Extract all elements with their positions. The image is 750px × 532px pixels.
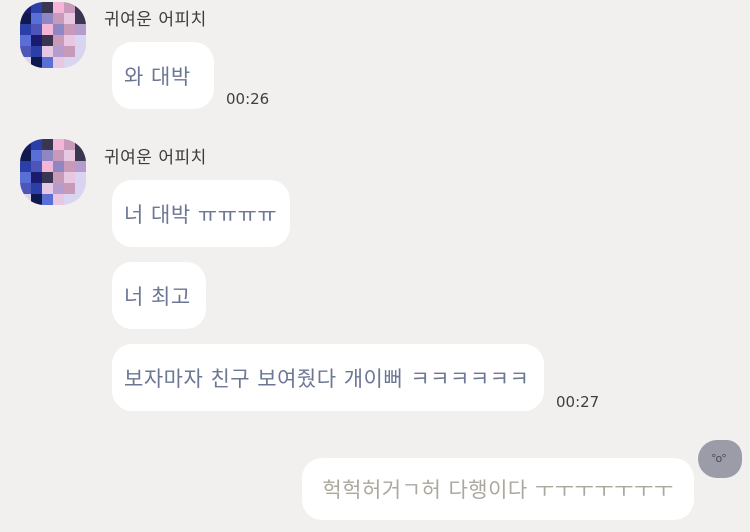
avatar-pixel	[42, 24, 53, 35]
avatar-pixel	[64, 139, 75, 150]
avatar-pixel	[31, 13, 42, 24]
avatar-pixel	[75, 35, 86, 46]
message-bubble[interactable]: 보자마자 친구 보여줬다 개이뻐 ㅋㅋㅋㅋㅋㅋ	[112, 344, 544, 411]
message-time: 00:26	[226, 90, 270, 108]
avatar-pixel	[53, 194, 64, 205]
message-bubble[interactable]: 너 대박 ㅠㅠㅠㅠ	[112, 180, 290, 247]
avatar-pixel	[64, 183, 75, 194]
my-avatar[interactable]: °o°	[698, 440, 742, 478]
avatar-pixel	[53, 161, 64, 172]
avatar-pixel	[31, 46, 42, 57]
avatar-pixel	[75, 161, 86, 172]
avatar-pixel	[75, 46, 86, 57]
avatar-pixel	[31, 2, 42, 13]
avatar-pixel	[53, 139, 64, 150]
avatar-pixel	[20, 194, 31, 205]
avatar-pixel	[31, 150, 42, 161]
avatar-pixel	[20, 150, 31, 161]
avatar-pixel	[64, 35, 75, 46]
avatar-pixel	[64, 24, 75, 35]
avatar-pixel	[42, 57, 53, 68]
message-time: 00:27	[556, 393, 600, 411]
avatar-pixel	[42, 183, 53, 194]
avatar-pixel	[31, 161, 42, 172]
avatar-pixel	[42, 172, 53, 183]
sender-name: 귀여운 어피치	[104, 10, 207, 30]
avatar-pixel	[42, 150, 53, 161]
avatar-pixel	[20, 183, 31, 194]
avatar-pixel	[64, 13, 75, 24]
avatar-pixel	[20, 13, 31, 24]
avatar-pixel	[42, 13, 53, 24]
sender-avatar[interactable]	[20, 2, 86, 68]
avatar-pixel	[42, 46, 53, 57]
avatar-pixel	[53, 13, 64, 24]
avatar-pixel	[75, 24, 86, 35]
avatar-pixel	[75, 139, 86, 150]
avatar-pixel	[20, 35, 31, 46]
avatar-pixel	[53, 24, 64, 35]
avatar-pixel	[31, 24, 42, 35]
avatar-pixel	[31, 57, 42, 68]
avatar-pixel	[75, 172, 86, 183]
avatar-pixel	[53, 150, 64, 161]
avatar-pixel	[64, 57, 75, 68]
avatar-pixel	[53, 183, 64, 194]
avatar-pixel	[20, 139, 31, 150]
avatar-pixel	[53, 46, 64, 57]
avatar-pixel	[31, 35, 42, 46]
avatar-pixel	[20, 46, 31, 57]
sender-name: 귀여운 어피치	[104, 148, 207, 168]
avatar-pixel	[42, 161, 53, 172]
avatar-pixel	[53, 35, 64, 46]
avatar-pixel	[42, 2, 53, 13]
avatar-pixel	[20, 172, 31, 183]
avatar-pixel	[20, 161, 31, 172]
avatar-pixel	[64, 161, 75, 172]
message-bubble[interactable]: 너 최고	[112, 262, 206, 329]
avatar-pixel	[20, 57, 31, 68]
avatar-pixel	[31, 139, 42, 150]
avatar-pixel	[53, 57, 64, 68]
avatar-pixel	[20, 2, 31, 13]
avatar-pixel	[31, 172, 42, 183]
avatar-pixel	[75, 150, 86, 161]
avatar-pixel	[75, 194, 86, 205]
avatar-pixel	[64, 46, 75, 57]
avatar-pixel	[64, 194, 75, 205]
sender-avatar[interactable]	[20, 139, 86, 205]
avatar-pixel	[64, 2, 75, 13]
avatar-pixel	[64, 150, 75, 161]
face-icon: °o°	[711, 452, 727, 465]
avatar-pixel	[20, 24, 31, 35]
avatar-pixel	[75, 183, 86, 194]
my-message-bubble[interactable]: 헉헉허거ㄱ허 다행이다 ㅜㅜㅜㅜㅜㅜㅜ	[302, 458, 694, 520]
avatar-pixel	[53, 172, 64, 183]
avatar-pixel	[64, 172, 75, 183]
avatar-pixel	[42, 194, 53, 205]
avatar-pixel	[75, 57, 86, 68]
avatar-pixel	[53, 2, 64, 13]
avatar-pixel	[31, 194, 42, 205]
message-bubble[interactable]: 와 대박	[112, 42, 214, 109]
avatar-pixel	[42, 35, 53, 46]
avatar-pixel	[42, 139, 53, 150]
avatar-pixel	[75, 13, 86, 24]
avatar-pixel	[31, 183, 42, 194]
avatar-pixel	[75, 2, 86, 13]
